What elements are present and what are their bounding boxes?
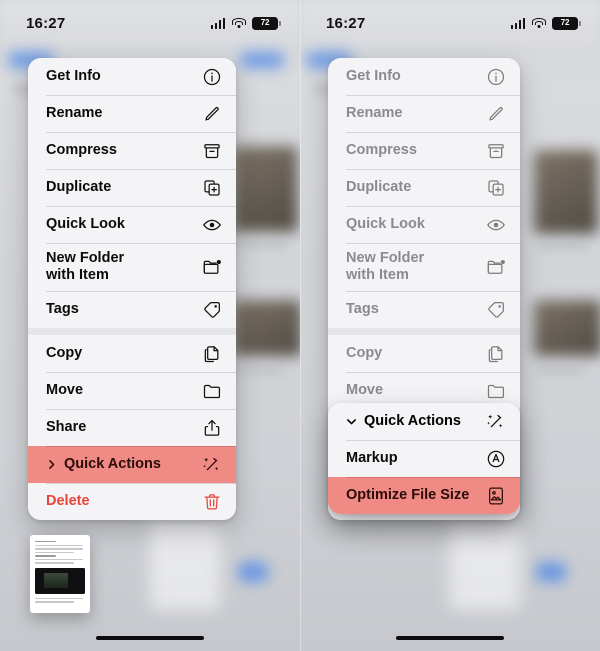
folder-icon [485, 380, 506, 401]
menu-item-label: Get Info [46, 68, 101, 85]
battery-icon: 72 [252, 16, 281, 30]
submenu-item-optimize-file-size[interactable]: Optimize File Size [328, 477, 520, 514]
wifi-icon [231, 17, 246, 29]
chevron-down-icon [346, 416, 357, 427]
status-time: 16:27 [26, 14, 66, 32]
pane-divider [300, 0, 301, 651]
quick-actions-submenu[interactable]: Quick Actions Markup Optimize File Size [328, 403, 520, 514]
menu-item-move[interactable]: Move [28, 372, 236, 409]
menu-item-rename[interactable]: Rename [328, 95, 520, 132]
menu-separator [328, 328, 520, 335]
context-menu[interactable]: Get Info Rename Compress Duplicate Quick… [28, 58, 236, 520]
menu-item-copy[interactable]: Copy [28, 335, 236, 372]
magic-wand-icon [201, 454, 222, 475]
menu-item-delete[interactable]: Delete [28, 483, 236, 520]
menu-item-label: Markup [346, 450, 398, 467]
menu-item-new-folder-with-item[interactable]: New Folder with Item [28, 243, 236, 291]
menu-item-new-folder-with-item[interactable]: New Folder with Item [328, 243, 520, 291]
menu-item-quick-actions[interactable]: Quick Actions [28, 446, 236, 483]
battery-icon: 72 [552, 16, 581, 30]
markup-pen-icon [485, 448, 506, 469]
menu-item-rename[interactable]: Rename [28, 95, 236, 132]
status-bar: 16:27 72 [0, 0, 300, 46]
menu-item-label: Move [46, 382, 84, 399]
archive-box-icon [201, 140, 222, 161]
menu-item-label: Quick Look [46, 216, 125, 233]
share-icon [201, 417, 222, 438]
duplicate-icon [485, 177, 506, 198]
menu-item-label: Get Info [346, 68, 401, 85]
folder-badge-plus-icon [201, 257, 222, 278]
menu-item-label: Optimize File Size [346, 487, 470, 504]
home-indicator [396, 636, 504, 640]
menu-item-get-info[interactable]: Get Info [28, 58, 236, 95]
menu-item-quick-look[interactable]: Quick Look [28, 206, 236, 243]
menu-item-label: Copy [346, 345, 383, 362]
trash-icon [201, 491, 222, 512]
menu-item-copy[interactable]: Copy [328, 335, 520, 372]
menu-item-label: Delete [46, 493, 90, 510]
menu-item-quick-look[interactable]: Quick Look [328, 206, 520, 243]
copy-icon [485, 343, 506, 364]
menu-item-tags[interactable]: Tags [328, 291, 520, 328]
eye-icon [201, 214, 222, 235]
menu-item-compress[interactable]: Compress [328, 132, 520, 169]
folder-icon [201, 380, 222, 401]
tag-icon [201, 299, 222, 320]
menu-item-label: Compress [346, 142, 417, 159]
submenu-header-label: Quick Actions [364, 413, 461, 430]
pencil-icon [201, 103, 222, 124]
duplicate-icon [201, 177, 222, 198]
menu-item-share[interactable]: Share [28, 409, 236, 446]
menu-item-label: Tags [46, 301, 79, 318]
copy-icon [201, 343, 222, 364]
battery-percent-label: 72 [560, 18, 570, 27]
archive-box-icon [485, 140, 506, 161]
submenu-header-quick-actions[interactable]: Quick Actions [328, 403, 520, 440]
compress-image-icon [485, 485, 506, 506]
menu-item-label: New Folder with Item [46, 250, 125, 283]
screenshot-root: 16:27 72 Get Info Rename Compress Duplic… [0, 0, 600, 651]
menu-item-label: Compress [46, 142, 117, 159]
menu-item-label: Quick Look [346, 216, 425, 233]
menu-item-duplicate[interactable]: Duplicate [328, 169, 520, 206]
tag-icon [485, 299, 506, 320]
menu-separator [28, 328, 236, 335]
eye-icon [485, 214, 506, 235]
folder-badge-plus-icon [485, 257, 506, 278]
signal-bars-icon [510, 17, 525, 29]
menu-item-label: New Folder with Item [346, 250, 425, 283]
menu-item-label: Duplicate [346, 179, 412, 196]
menu-item-compress[interactable]: Compress [28, 132, 236, 169]
menu-item-label: Rename [346, 105, 403, 122]
wifi-icon [531, 17, 546, 29]
phone-screen-left: 16:27 72 Get Info Rename Compress Duplic… [0, 0, 300, 651]
status-bar: 16:27 72 [300, 0, 600, 46]
menu-item-tags[interactable]: Tags [28, 291, 236, 328]
menu-item-label: Duplicate [46, 179, 112, 196]
info-circle-icon [201, 66, 222, 87]
menu-item-label: Tags [346, 301, 379, 318]
menu-item-label: Share [46, 419, 87, 436]
menu-item-label: Copy [46, 345, 83, 362]
document-drag-thumbnail [30, 535, 90, 613]
submenu-item-markup[interactable]: Markup [328, 440, 520, 477]
menu-item-label: Move [346, 382, 384, 399]
menu-item-label: Quick Actions [64, 456, 161, 473]
menu-item-duplicate[interactable]: Duplicate [28, 169, 236, 206]
chevron-right-icon [46, 459, 57, 470]
pencil-icon [485, 103, 506, 124]
menu-item-get-info[interactable]: Get Info [328, 58, 520, 95]
home-indicator [96, 636, 204, 640]
signal-bars-icon [210, 17, 225, 29]
magic-wand-icon [485, 411, 506, 432]
phone-screen-right: 16:27 72 Get Info Rename Compress Duplic… [300, 0, 600, 651]
status-time: 16:27 [326, 14, 366, 32]
menu-item-label: Rename [46, 105, 103, 122]
battery-percent-label: 72 [260, 18, 270, 27]
info-circle-icon [485, 66, 506, 87]
